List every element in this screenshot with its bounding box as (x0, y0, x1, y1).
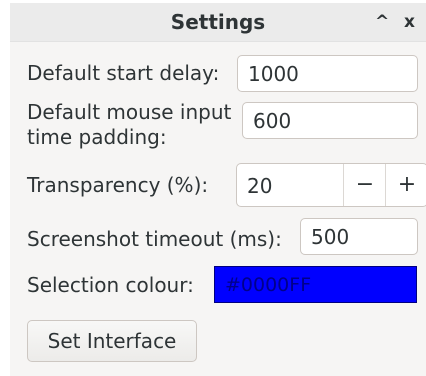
transparency-decrement-button[interactable]: − (343, 164, 386, 206)
start-delay-label: Default start delay: (27, 61, 220, 85)
transparency-stepper[interactable]: 20 − + (236, 163, 426, 207)
screenshot-timeout-label: Screenshot timeout (ms): (27, 227, 282, 251)
screenshot-timeout-input[interactable]: 500 (300, 218, 418, 255)
transparency-increment-button[interactable]: + (385, 164, 426, 206)
start-delay-input[interactable]: 1000 (237, 55, 418, 92)
close-icon[interactable]: x (404, 12, 415, 32)
settings-window: Settings ^ x Default start delay: 1000 D… (10, 3, 426, 376)
set-interface-button[interactable]: Set Interface (27, 320, 197, 362)
mouse-padding-input[interactable]: 600 (242, 102, 418, 139)
window-title: Settings (170, 10, 266, 34)
mouse-padding-label-line1: Default mouse input (27, 100, 232, 124)
selection-colour-label: Selection colour: (27, 273, 194, 297)
transparency-value[interactable]: 20 (247, 174, 272, 198)
selection-colour-button[interactable]: #0000FF (214, 266, 417, 303)
mouse-padding-label-line2: time padding: (27, 125, 167, 149)
transparency-label: Transparency (%): (27, 173, 209, 197)
titlebar[interactable]: Settings ^ x (10, 3, 426, 42)
minimize-icon[interactable]: ^ (375, 12, 389, 32)
